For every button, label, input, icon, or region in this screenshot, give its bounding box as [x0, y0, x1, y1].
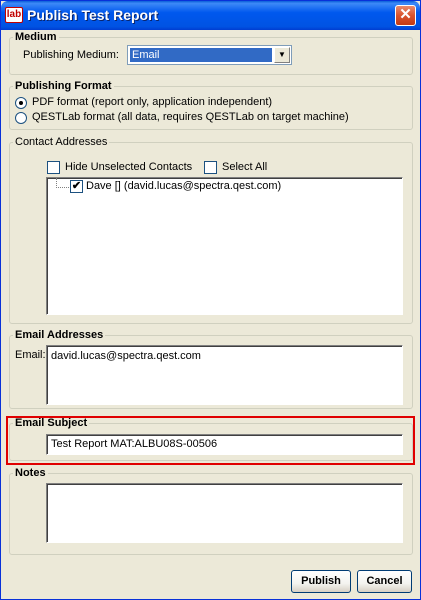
contacts-tree[interactable]: ✔ Dave [] (david.lucas@spectra.qest.com)	[46, 177, 403, 315]
contact-addresses-legend: Contact Addresses	[15, 136, 108, 148]
publish-button[interactable]: Publish	[291, 570, 351, 593]
publishing-format-legend: Publishing Format	[15, 80, 112, 92]
publishing-medium-label: Publishing Medium:	[23, 49, 119, 61]
contact-item-dave[interactable]: Dave [] (david.lucas@spectra.qest.com)	[86, 180, 281, 192]
tree-connector	[56, 187, 69, 188]
contact-checkbox[interactable]: ✔	[70, 180, 83, 193]
select-all-checkbox[interactable]	[204, 161, 217, 174]
email-addresses-value: david.lucas@spectra.qest.com	[51, 350, 201, 362]
pdf-format-radio[interactable]	[15, 97, 27, 109]
email-subject-value: Test Report MAT:ALBU08S-00506	[51, 438, 218, 450]
hide-unselected-label: Hide Unselected Contacts	[65, 161, 193, 173]
notes-field[interactable]	[46, 483, 403, 543]
window-title: Publish Test Report	[27, 7, 159, 23]
medium-legend: Medium	[15, 31, 57, 43]
publish-test-report-dialog: lab Publish Test Report ✕ Medium Publish…	[0, 0, 421, 600]
close-button[interactable]: ✕	[395, 5, 416, 26]
qestlab-format-radio[interactable]	[15, 112, 27, 124]
select-all-label: Select All	[222, 161, 268, 173]
publishing-medium-select[interactable]: Email ▼	[127, 45, 292, 65]
publishing-medium-value: Email	[130, 48, 272, 62]
chevron-down-icon[interactable]: ▼	[274, 47, 290, 63]
email-label: Email:	[15, 349, 46, 361]
qestlab-format-label: QESTLab format (all data, requires QESTL…	[32, 111, 349, 123]
email-addresses-legend: Email Addresses	[15, 329, 104, 341]
title-bar[interactable]: lab Publish Test Report ✕	[1, 1, 420, 30]
email-subject-legend: Email Subject	[15, 417, 88, 429]
hide-unselected-checkbox[interactable]	[47, 161, 60, 174]
cancel-button[interactable]: Cancel	[357, 570, 412, 593]
notes-legend: Notes	[15, 467, 46, 479]
email-subject-field[interactable]: Test Report MAT:ALBU08S-00506	[46, 434, 403, 455]
app-icon: lab	[5, 7, 23, 23]
pdf-format-label: PDF format (report only, application ind…	[32, 96, 273, 108]
email-addresses-field[interactable]: david.lucas@spectra.qest.com	[46, 345, 403, 405]
